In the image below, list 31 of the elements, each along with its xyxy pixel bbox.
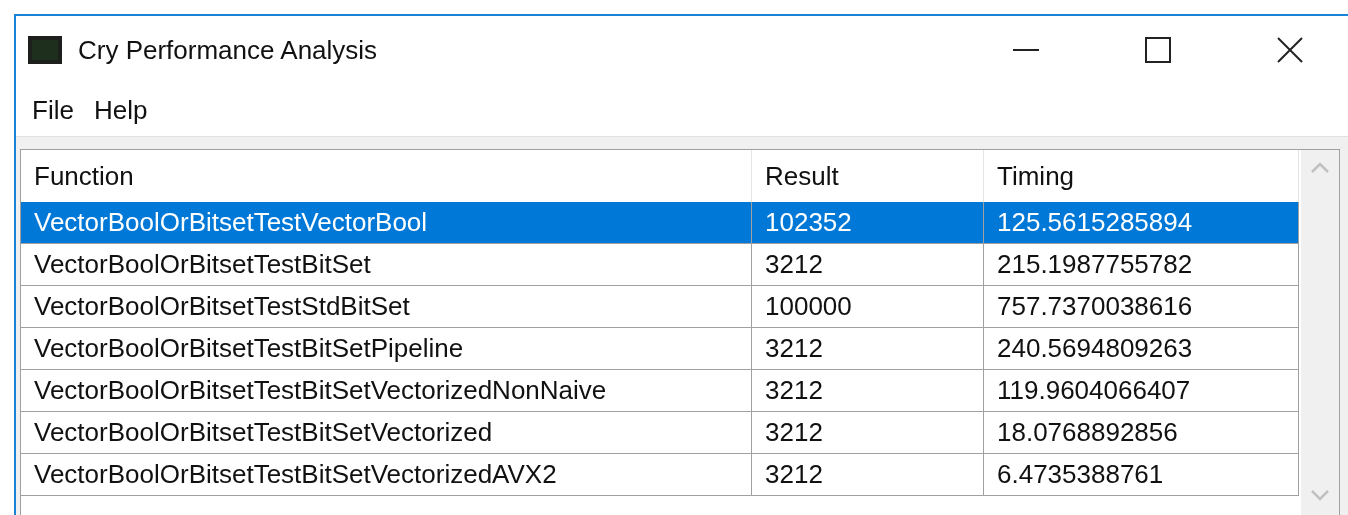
table-cell: 6.4735388761 [984,454,1299,496]
table-cell: 757.7370038616 [984,286,1299,328]
table-cell: 3212 [752,412,984,454]
app-icon [28,36,62,64]
close-icon [1277,37,1303,63]
table-cell: 18.0768892856 [984,412,1299,454]
table-cell: 240.5694809263 [984,328,1299,370]
minimize-icon [1013,48,1039,52]
scroll-up-icon[interactable] [1310,162,1330,174]
table-cell: 102352 [752,202,984,244]
table-cell: VectorBoolOrBitsetTestBitSetVectorizedNonNaive [21,370,752,412]
table-cell: VectorBoolOrBitsetTestBitSetPipeline [21,328,752,370]
table-cell: VectorBoolOrBitsetTestBitSetVectorizedAVX2 [21,454,752,496]
table-cell: 100000 [752,286,984,328]
table-cell: 3212 [752,454,984,496]
table-cell: 3212 [752,370,984,412]
scroll-down-icon[interactable] [1310,489,1330,501]
table-cell: 3212 [752,244,984,286]
table-cell: VectorBoolOrBitsetTestStdBitSet [21,286,752,328]
menu-item[interactable]: File [24,94,82,126]
table-cell: 125.5615285894 [984,202,1299,244]
maximize-icon [1145,37,1171,63]
table-cell: 215.1987755782 [984,244,1299,286]
menu-item[interactable]: Help [85,94,156,126]
window-title: Cry Performance Analysis [78,34,379,66]
table-cell: VectorBoolOrBitsetTestVectorBool [21,202,752,244]
scrollbar[interactable] [1301,150,1339,515]
table-cell: 3212 [752,328,984,370]
table-cell: VectorBoolOrBitsetTestBitSet [21,244,752,286]
table-cell: 119.9604066407 [984,370,1299,412]
table-cell: VectorBoolOrBitsetTestBitSetVectorized [21,412,752,454]
